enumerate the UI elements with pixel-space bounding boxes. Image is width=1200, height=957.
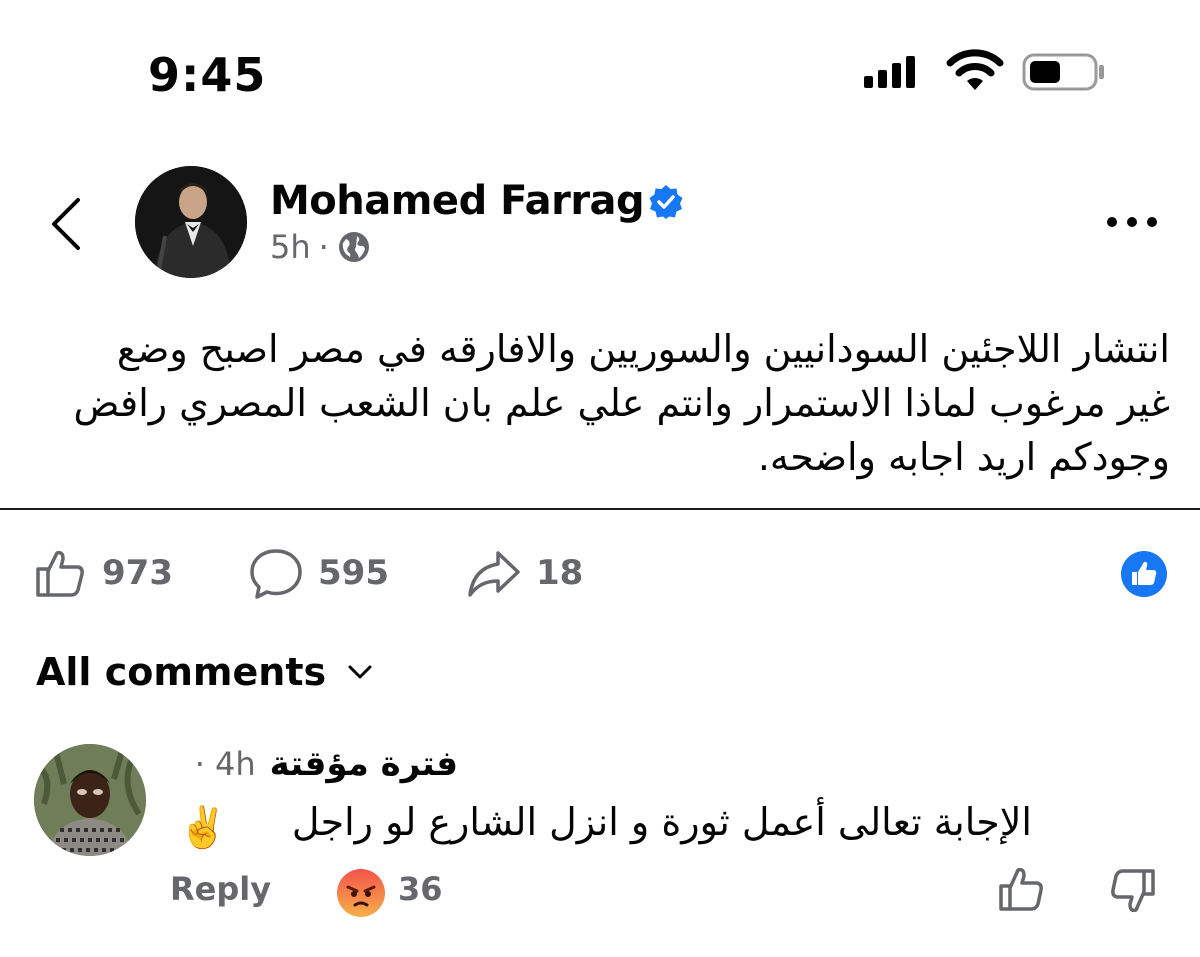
comments-sort-dropdown[interactable]: All comments	[36, 650, 374, 694]
status-time: 9:45	[148, 48, 267, 102]
verified-badge-icon	[649, 185, 683, 219]
comment-text: الإجابة تعالى أعمل ثورة و انزل الشارع لو…	[291, 800, 1032, 844]
back-chevron-icon[interactable]	[46, 196, 86, 252]
comment-separator: ·	[194, 745, 205, 783]
meta-separator: ·	[318, 228, 329, 266]
comment-header: فترة مؤقتة · 4h	[168, 744, 458, 784]
globe-icon	[338, 232, 369, 262]
comment-button[interactable]: 595	[248, 545, 389, 601]
post-text: انتشار اللاجئين السودانيين والسوريين وال…	[73, 327, 1170, 479]
post-time: 5h	[270, 228, 311, 266]
commenter-avatar[interactable]	[34, 744, 146, 856]
comment-time-value: 4h	[215, 745, 256, 783]
comment-icon	[250, 549, 302, 599]
like-count: 973	[102, 553, 173, 593]
angry-reaction-icon[interactable]	[336, 868, 386, 918]
post-author-name[interactable]: Mohamed Farrag	[270, 178, 645, 224]
more-icon[interactable]	[1104, 212, 1160, 232]
comments-sort-label: All comments	[36, 650, 327, 694]
share-button[interactable]: 18	[466, 545, 583, 601]
post-meta: 5h ·	[270, 228, 371, 266]
wifi-icon	[946, 49, 1004, 90]
author-avatar[interactable]	[135, 166, 247, 278]
comment-count: 595	[318, 553, 389, 593]
like-reaction-icon[interactable]	[1120, 550, 1168, 598]
commenter-name[interactable]: فترة مؤقتة	[270, 744, 458, 784]
signal-icon	[864, 56, 915, 88]
thumb-down-icon[interactable]	[1108, 866, 1158, 916]
like-icon	[36, 550, 84, 597]
share-icon	[468, 551, 520, 597]
share-count: 18	[536, 553, 584, 593]
like-button[interactable]: 973	[32, 545, 173, 601]
reply-button[interactable]: Reply	[170, 870, 271, 908]
comment-reaction-count: 36	[398, 870, 443, 908]
thumb-up-icon[interactable]	[996, 864, 1046, 914]
chevron-down-icon	[348, 665, 372, 679]
post-divider	[0, 508, 1200, 510]
battery-icon	[1022, 53, 1104, 91]
victory-hand-emoji: ✌️	[178, 806, 228, 850]
comment-time: · 4h	[195, 745, 256, 783]
avatar-portrait	[135, 166, 247, 278]
commenter-portrait	[34, 744, 146, 856]
